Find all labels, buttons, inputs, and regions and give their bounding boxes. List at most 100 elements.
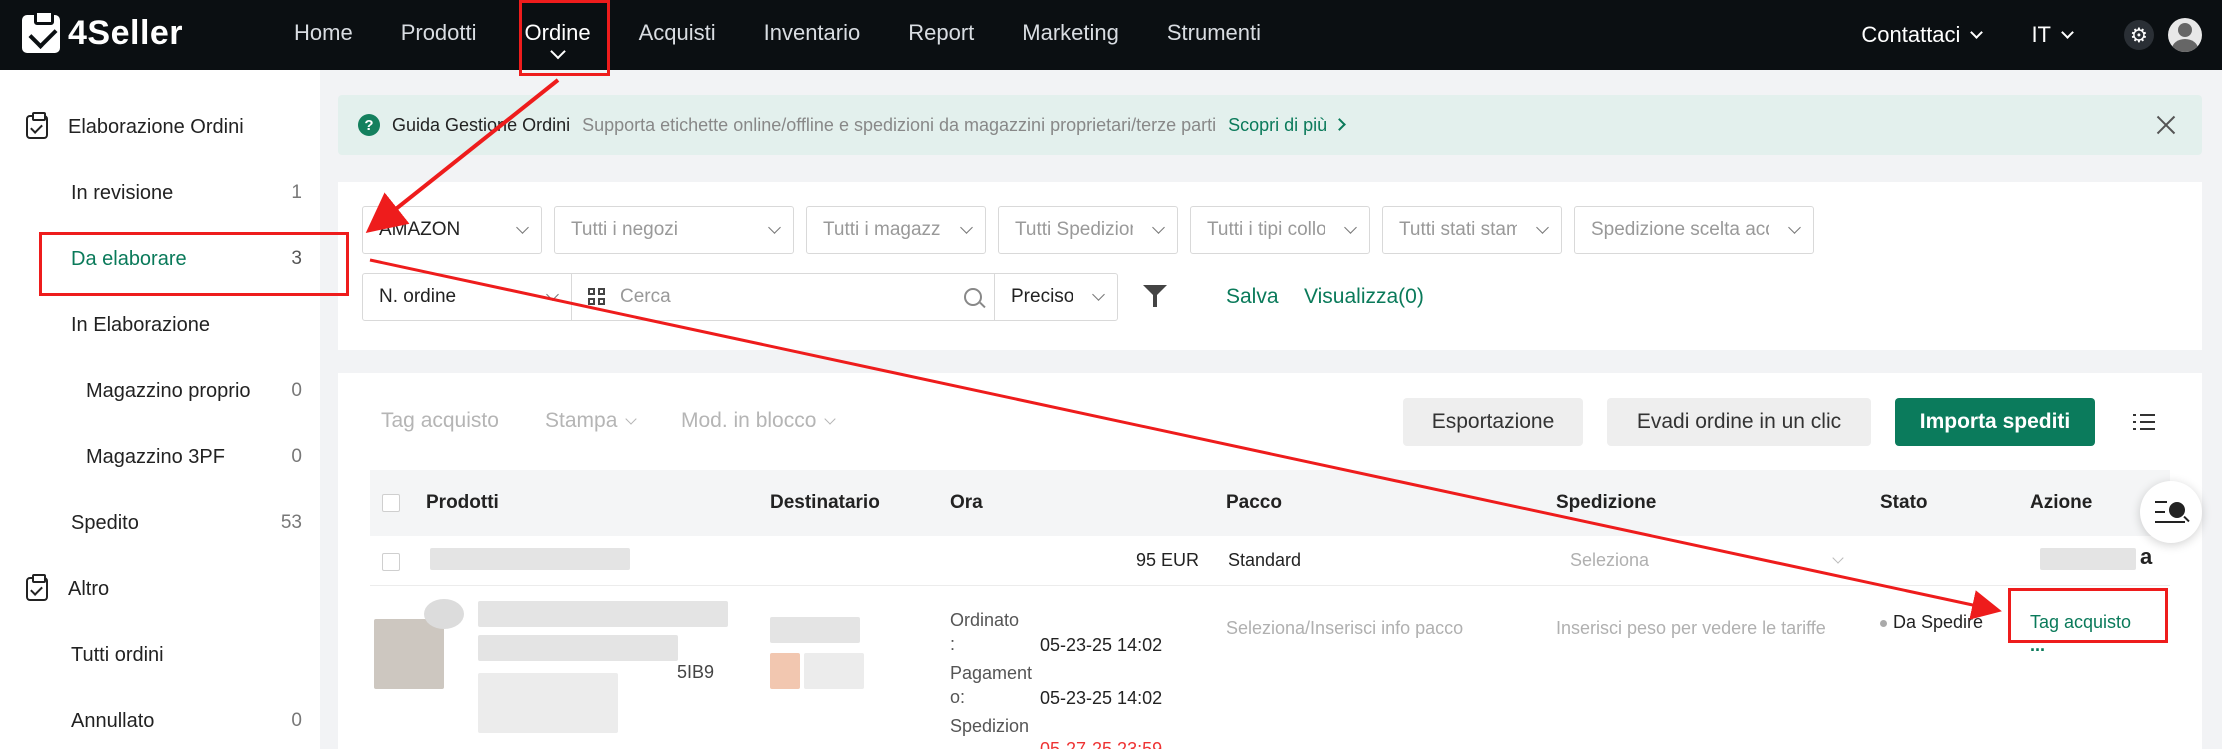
shipping-select[interactable]: Tutti Spedizionieri bbox=[998, 206, 1178, 254]
contact-label: Contattaci bbox=[1861, 22, 1961, 47]
bulk-edit-dropdown[interactable]: Mod. in blocco bbox=[681, 409, 837, 433]
platform-select[interactable]: AMAZON bbox=[362, 206, 542, 254]
close-icon[interactable] bbox=[2152, 111, 2180, 139]
header-destinatario: Destinatario bbox=[770, 492, 880, 513]
buyer-shipping-value: Spedizione scelta acquirente bbox=[1591, 219, 1769, 240]
language-menu[interactable]: IT bbox=[2031, 22, 2074, 48]
sidebar-group-order-processing[interactable]: Elaborazione Ordini bbox=[0, 94, 320, 160]
chevron-down-icon bbox=[1832, 552, 1844, 564]
chevron-down-icon bbox=[1344, 221, 1357, 234]
annotation-box-ordine bbox=[519, 0, 610, 76]
import-shipped-button[interactable]: Importa spediti bbox=[1895, 398, 2095, 446]
nav-marketing[interactable]: Marketing bbox=[998, 0, 1143, 70]
print-dropdown[interactable]: Stampa bbox=[545, 409, 638, 433]
search-icon[interactable] bbox=[964, 288, 982, 306]
paid-label: Pagament bbox=[950, 663, 1033, 683]
tag-purchase-button[interactable]: Tag acquisto bbox=[381, 409, 499, 433]
sidebar-item-magazzino-3pf[interactable]: Magazzino 3PF 0 bbox=[0, 424, 320, 490]
chevron-down-icon bbox=[1092, 288, 1105, 301]
status-label: Da Spedire bbox=[1893, 612, 1984, 632]
print-status-select[interactable]: Tutti stati stampa bbox=[1382, 206, 1562, 254]
sidebar-item-magazzino-proprio[interactable]: Magazzino proprio 0 bbox=[0, 358, 320, 424]
sidebar-item-label: Magazzino 3PF bbox=[86, 445, 225, 468]
sidebar-item-in-revisione[interactable]: In revisione 1 bbox=[0, 160, 320, 226]
notice-description: Supporta etichette online/offline e sped… bbox=[582, 114, 1217, 135]
user-avatar[interactable] bbox=[2168, 18, 2202, 52]
header-prodotti: Prodotti bbox=[426, 492, 499, 513]
package-type-value: Tutti i tipi collo bbox=[1207, 219, 1325, 240]
country-flag bbox=[770, 653, 800, 689]
filter-funnel-icon[interactable] bbox=[1143, 285, 1167, 307]
sidebar-item-annullato[interactable]: Annullato 0 bbox=[0, 688, 320, 749]
language-label: IT bbox=[2031, 22, 2051, 47]
row-checkbox[interactable] bbox=[382, 553, 400, 571]
chevron-down-icon bbox=[960, 221, 973, 234]
blurred-store-name bbox=[2040, 548, 2136, 570]
ordered-label: Ordinato bbox=[950, 610, 1020, 630]
sidebar-item-count: 0 bbox=[291, 446, 302, 467]
settings-gear-icon[interactable]: ⚙ bbox=[2124, 20, 2154, 50]
export-button[interactable]: Esportazione bbox=[1403, 398, 1583, 446]
platform-value: AMAZON bbox=[379, 219, 461, 240]
learn-more-link[interactable]: Scopri di più bbox=[1228, 115, 1344, 136]
chevron-down-icon bbox=[1152, 221, 1165, 234]
blurred-recipient-name bbox=[770, 617, 860, 643]
match-mode-select[interactable]: Preciso bbox=[994, 273, 1118, 321]
nav-inventario[interactable]: Inventario bbox=[740, 0, 885, 70]
search-field-value: N. ordine bbox=[379, 286, 457, 307]
column-settings-icon[interactable] bbox=[2133, 413, 2155, 431]
order-amount: 95 EUR bbox=[1136, 550, 1200, 570]
nav-strumenti[interactable]: Strumenti bbox=[1143, 0, 1285, 70]
search-field-select[interactable]: N. ordine bbox=[362, 273, 572, 321]
table-header: Prodotti Destinatario Ora Pacco Spedizio… bbox=[370, 470, 2170, 536]
ship-by-time: 05-27-25 23:59 bbox=[1040, 739, 1163, 749]
order-status: Da Spedire bbox=[1880, 612, 1983, 633]
shipping-method-select[interactable]: Seleziona bbox=[1570, 550, 1850, 571]
select-all-checkbox[interactable] bbox=[382, 494, 400, 512]
logo[interactable]: 4Seller bbox=[22, 9, 183, 53]
sidebar-item-in-elaborazione[interactable]: In Elaborazione bbox=[0, 292, 320, 358]
header-ora: Ora bbox=[950, 492, 983, 513]
warehouses-select[interactable]: Tutti i magazzini bbox=[806, 206, 986, 254]
nav-prodotti[interactable]: Prodotti bbox=[377, 0, 501, 70]
list-search-float-button[interactable] bbox=[2140, 481, 2202, 543]
contact-menu[interactable]: Contattaci bbox=[1861, 22, 1984, 48]
chevron-down-icon bbox=[546, 288, 559, 301]
blurred-order-id bbox=[430, 548, 630, 570]
chevron-down-icon bbox=[625, 412, 638, 425]
product-image-overlay bbox=[424, 599, 464, 629]
print-label: Stampa bbox=[545, 409, 618, 432]
product-image bbox=[374, 619, 444, 689]
chevron-down-icon bbox=[1788, 221, 1801, 234]
package-type: Standard bbox=[1228, 550, 1302, 570]
nav-report[interactable]: Report bbox=[884, 0, 998, 70]
chevron-down-icon bbox=[1536, 221, 1549, 234]
amazon-logo-icon: a bbox=[2140, 544, 2153, 569]
sidebar-item-label: Magazzino proprio bbox=[86, 379, 251, 402]
sidebar-item-spedito[interactable]: Spedito 53 bbox=[0, 490, 320, 556]
chevron-down-icon bbox=[516, 221, 529, 234]
view-link[interactable]: Visualizza(0) bbox=[1304, 285, 1424, 309]
status-dot-icon bbox=[1880, 619, 1887, 627]
guide-notice: ? Guida Gestione Ordini Supporta etichet… bbox=[338, 95, 2202, 155]
sidebar-group-label: Altro bbox=[68, 577, 110, 600]
package-info-hint[interactable]: Seleziona/Inserisci info pacco bbox=[1226, 618, 1463, 639]
nav-home[interactable]: Home bbox=[270, 0, 377, 70]
package-type-select[interactable]: Tutti i tipi collo bbox=[1190, 206, 1370, 254]
sidebar-item-label: Spedito bbox=[71, 511, 139, 534]
header-stato: Stato bbox=[1880, 492, 1928, 513]
search-input[interactable]: Cerca bbox=[572, 273, 999, 321]
save-link[interactable]: Salva bbox=[1226, 285, 1279, 309]
paid-colon: o: bbox=[950, 687, 966, 707]
one-click-ship-button[interactable]: Evadi ordine in un clic bbox=[1607, 398, 1871, 446]
shops-select[interactable]: Tutti i negozi bbox=[554, 206, 794, 254]
sidebar-item-label: In Elaborazione bbox=[71, 313, 210, 336]
sidebar-item-tutti-ordini[interactable]: Tutti ordini bbox=[0, 622, 320, 688]
annotation-box-tag-acquisto bbox=[2008, 588, 2168, 643]
buyer-shipping-select[interactable]: Spedizione scelta acquirente bbox=[1574, 206, 1814, 254]
search-placeholder: Cerca bbox=[620, 286, 671, 307]
bulk-edit-label: Mod. in blocco bbox=[681, 409, 817, 432]
nav-acquisti[interactable]: Acquisti bbox=[615, 0, 740, 70]
sidebar-group-altro[interactable]: Altro bbox=[0, 556, 320, 622]
header-pacco: Pacco bbox=[1226, 492, 1282, 513]
